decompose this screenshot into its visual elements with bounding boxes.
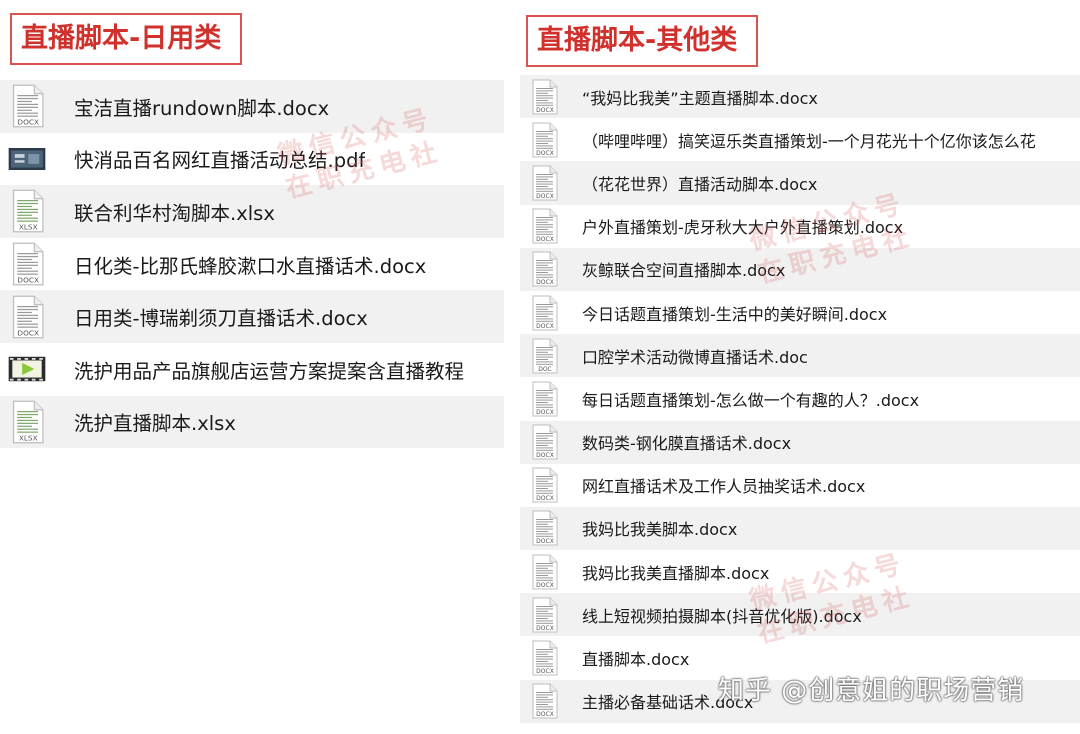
file-name: “我妈比我美”主题直播脚本.docx — [582, 85, 818, 109]
file-name: 联合利华村淘脚本.xlsx — [74, 197, 275, 226]
file-row[interactable]: DOCX “我妈比我美”主题直播脚本.docx — [520, 75, 1080, 118]
docx-icon: DOCX — [6, 242, 48, 286]
svg-text:DOC: DOC — [538, 366, 552, 373]
docx-icon: DOCX — [528, 251, 560, 287]
file-name: 灰鲸联合空间直播脚本.docx — [582, 257, 785, 281]
file-row[interactable]: DOCX 我妈比我美脚本.docx — [520, 507, 1080, 550]
docx-icon: DOCX — [528, 165, 560, 201]
file-name: 洗护直播脚本.xlsx — [74, 407, 236, 436]
pdf-icon — [6, 137, 48, 181]
docx-icon: DOCX — [528, 424, 560, 460]
docx-icon: DOCX — [528, 467, 560, 503]
docx-icon: DOCX — [528, 122, 560, 158]
file-name: 口腔学术活动微博直播话术.doc — [582, 344, 808, 368]
file-name: 我妈比我美脚本.docx — [582, 516, 737, 540]
video-icon — [6, 347, 48, 391]
file-name: 今日话题直播策划-生活中的美好瞬间.docx — [582, 301, 887, 325]
svg-text:DOCX: DOCX — [536, 495, 554, 502]
file-name: （花花世界）直播活动脚本.docx — [582, 171, 817, 195]
source-credit: 知乎 @创意姐的职场营销 — [718, 670, 1024, 707]
svg-text:DOCX: DOCX — [17, 275, 39, 284]
file-row[interactable]: DOCX 日化类-比那氏蜂胶漱口水直播话术.docx — [0, 238, 504, 291]
file-name: 户外直播策划-虎牙秋大大户外直播策划.docx — [582, 214, 903, 238]
svg-text:DOCX: DOCX — [536, 409, 554, 416]
file-name: （哔哩哔哩）搞笑逗乐类直播策划-一个月花光十个亿你该怎么花 — [582, 128, 1036, 152]
file-name: 每日话题直播策划-怎么做一个有趣的人？.docx — [582, 387, 919, 411]
file-name: 洗护用品产品旗舰店运营方案提案含直播教程 — [74, 355, 464, 384]
svg-text:DOCX: DOCX — [536, 711, 554, 718]
docx-icon: DOCX — [528, 597, 560, 633]
docx-icon: DOCX — [6, 295, 48, 339]
file-row[interactable]: XLSX 洗护直播脚本.xlsx — [0, 396, 504, 449]
file-name: 直播脚本.docx — [582, 646, 689, 670]
file-name: 网红直播话术及工作人员抽奖话术.docx — [582, 473, 865, 497]
file-name: 数码类-钢化膜直播话术.docx — [582, 430, 791, 454]
file-row[interactable]: DOCX 每日话题直播策划-怎么做一个有趣的人？.docx — [520, 377, 1080, 420]
docx-icon: DOCX — [528, 510, 560, 546]
file-name: 日化类-比那氏蜂胶漱口水直播话术.docx — [74, 250, 426, 279]
file-list: DOCX “我妈比我美”主题直播脚本.docx DOCX （哔哩哔哩）搞笑逗乐类直播策… — [520, 75, 1080, 723]
file-name: 快消品百名网红直播活动总结.pdf — [74, 144, 365, 173]
file-row[interactable]: 快消品百名网红直播活动总结.pdf — [0, 133, 504, 186]
docx-icon: DOCX — [528, 640, 560, 676]
file-list: DOCX 宝洁直播rundown脚本.docx 快消品百名网红直播活动总结.pdf X… — [0, 80, 504, 448]
svg-text:DOCX: DOCX — [536, 236, 554, 243]
file-row[interactable]: DOCX 我妈比我美直播脚本.docx — [520, 550, 1080, 593]
svg-text:DOCX: DOCX — [536, 582, 554, 589]
svg-text:DOCX: DOCX — [536, 452, 554, 459]
file-row[interactable]: DOCX 日用类-博瑞剃须刀直播话术.docx — [0, 290, 504, 343]
file-row[interactable]: DOCX 网红直播话术及工作人员抽奖话术.docx — [520, 464, 1080, 507]
file-row[interactable]: DOCX 户外直播策划-虎牙秋大大户外直播策划.docx — [520, 205, 1080, 248]
svg-text:DOCX: DOCX — [536, 323, 554, 330]
file-row[interactable]: 洗护用品产品旗舰店运营方案提案含直播教程 — [0, 343, 504, 396]
file-row[interactable]: DOCX （哔哩哔哩）搞笑逗乐类直播策划-一个月花光十个亿你该怎么花 — [520, 118, 1080, 161]
file-name: 线上短视频拍摄脚本(抖音优化版).docx — [582, 603, 862, 627]
svg-text:DOCX: DOCX — [536, 279, 554, 286]
category-title-other: 直播脚本-其他类 — [526, 15, 758, 67]
docx-icon: DOCX — [528, 683, 560, 719]
file-row[interactable]: DOCX 宝洁直播rundown脚本.docx — [0, 80, 504, 133]
doc-icon: DOC — [528, 338, 560, 374]
svg-text:DOCX: DOCX — [536, 107, 554, 114]
file-name: 日用类-博瑞剃须刀直播话术.docx — [74, 302, 368, 331]
docx-icon: DOCX — [528, 79, 560, 115]
svg-text:DOCX: DOCX — [536, 538, 554, 545]
svg-text:DOCX: DOCX — [536, 625, 554, 632]
file-row[interactable]: XLSX 联合利华村淘脚本.xlsx — [0, 185, 504, 238]
file-name: 我妈比我美直播脚本.docx — [582, 560, 769, 584]
file-row[interactable]: DOCX 今日话题直播策划-生活中的美好瞬间.docx — [520, 291, 1080, 334]
docx-icon: DOCX — [6, 84, 48, 128]
file-row[interactable]: DOCX 灰鲸联合空间直播脚本.docx — [520, 248, 1080, 291]
file-row[interactable]: DOCX 线上短视频拍摄脚本(抖音优化版).docx — [520, 593, 1080, 636]
svg-text:DOCX: DOCX — [17, 118, 39, 127]
category-title-daily: 直播脚本-日用类 — [10, 13, 242, 65]
docx-icon: DOCX — [528, 381, 560, 417]
xlsx-icon: XLSX — [6, 189, 48, 233]
file-row[interactable]: DOCX 数码类-钢化膜直播话术.docx — [520, 421, 1080, 464]
svg-text:DOCX: DOCX — [536, 150, 554, 157]
docx-icon: DOCX — [528, 295, 560, 331]
svg-text:XLSX: XLSX — [19, 223, 38, 232]
svg-text:XLSX: XLSX — [19, 433, 38, 442]
svg-text:DOCX: DOCX — [536, 668, 554, 675]
svg-text:DOCX: DOCX — [536, 193, 554, 200]
docx-icon: DOCX — [528, 208, 560, 244]
docx-icon: DOCX — [528, 554, 560, 590]
file-name: 宝洁直播rundown脚本.docx — [74, 92, 329, 121]
svg-text:DOCX: DOCX — [17, 328, 39, 337]
file-row[interactable]: DOC 口腔学术活动微博直播话术.doc — [520, 334, 1080, 377]
xlsx-icon: XLSX — [6, 400, 48, 444]
file-row[interactable]: DOCX （花花世界）直播活动脚本.docx — [520, 161, 1080, 204]
